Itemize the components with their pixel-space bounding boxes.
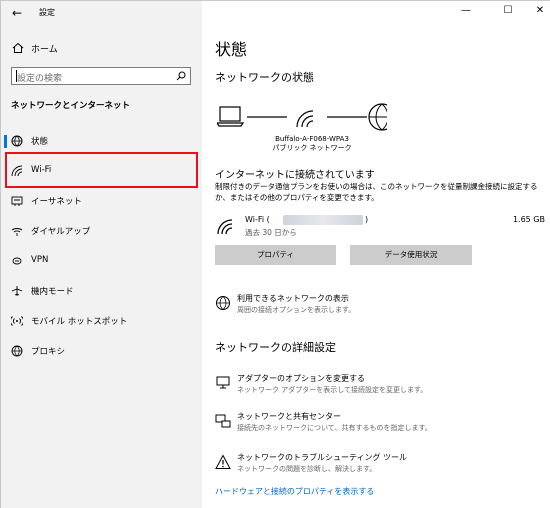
- warning-triangle-icon: [215, 454, 231, 470]
- close-button[interactable]: ✕: [532, 5, 548, 17]
- page-title: 状態: [215, 40, 248, 59]
- active-indicator: [4, 135, 7, 148]
- sidebar-item-label: モバイル ホットスポット: [31, 317, 128, 327]
- link-title: ネットワークと共有センター: [237, 412, 341, 421]
- network-type: パブリック ネットワーク: [272, 144, 352, 152]
- connection-row: Wi-Fi ( ) 過去 30 日から 1.65 GB: [215, 213, 545, 243]
- connection-name-prefix: Wi-Fi (: [245, 215, 270, 224]
- hotspot-icon: [11, 315, 23, 327]
- ethernet-icon: [11, 195, 23, 207]
- link-title: アダプターのオプションを変更する: [237, 374, 365, 383]
- sidebar-item-vpn[interactable]: VPN: [1, 245, 202, 277]
- sidebar-item-label: 状態: [31, 137, 49, 147]
- properties-button[interactable]: プロパティ: [215, 245, 336, 265]
- link-subtitle: ネットワーク アダプターを表示して接続設定を変更します。: [237, 386, 428, 394]
- adapter-options-link[interactable]: アダプターのオプションを変更する ネットワーク アダプターを表示して接続設定を変…: [215, 373, 545, 403]
- search-icon[interactable]: [176, 71, 186, 81]
- wifi-signal-icon: [217, 219, 235, 235]
- home-nav-item[interactable]: ホーム: [1, 37, 202, 59]
- sidebar-item-ethernet[interactable]: イーサネット: [1, 185, 202, 217]
- settings-search-input[interactable]: 設定の検索: [11, 67, 191, 85]
- title-bar-left: ← 設定: [1, 1, 202, 25]
- home-icon: [11, 41, 25, 55]
- vpn-icon: [11, 255, 23, 267]
- sidebar-item-hotspot[interactable]: モバイル ホットスポット: [1, 305, 202, 337]
- sidebar-section-title: ネットワークとインターネット: [11, 101, 131, 111]
- settings-window: ← 設定 ホーム 設定の検索 ネットワークとインターネット 状態 Wi-Fi イ…: [0, 0, 550, 508]
- connection-status-title: インターネットに接続されています: [215, 170, 375, 181]
- sidebar-item-label: VPN: [31, 255, 49, 265]
- sidebar-item-label: 機内モード: [31, 287, 74, 297]
- available-networks-icon: [215, 295, 231, 311]
- dialup-icon: [11, 225, 23, 237]
- sharing-center-icon: [215, 413, 231, 429]
- back-arrow-icon[interactable]: ←: [7, 4, 27, 22]
- sharing-center-link[interactable]: ネットワークと共有センター 接続先のネットワークについて、共有するものを指定しま…: [215, 411, 545, 441]
- globe-status-icon: [11, 135, 23, 147]
- main-panel: — ☐ ✕ 状態 ネットワークの状態 Buffalo-A-F068-WPA3 パ…: [202, 1, 550, 508]
- search-placeholder: 設定の検索: [17, 74, 63, 84]
- network-status-heading: ネットワークの状態: [215, 71, 314, 84]
- available-networks-link[interactable]: 利用できるネットワークの表示 周囲の接続オプションを表示します。: [215, 293, 545, 323]
- link-subtitle: 接続先のネットワークについて、共有するものを指定します。: [237, 424, 432, 432]
- app-title: 設定: [39, 8, 55, 17]
- wifi-highlight-box: [5, 152, 198, 188]
- minimize-button[interactable]: —: [458, 5, 474, 17]
- maximize-button[interactable]: ☐: [500, 5, 516, 17]
- sidebar-item-label: イーサネット: [31, 197, 82, 207]
- advanced-settings-heading: ネットワークの詳細設定: [215, 341, 336, 354]
- home-label: ホーム: [31, 45, 58, 55]
- sidebar-item-label: プロキシ: [31, 347, 66, 357]
- link-subtitle: ネットワークの問題を診断し、解決します。: [237, 465, 377, 473]
- adapter-icon: [215, 375, 231, 391]
- data-usage-button[interactable]: データ使用状況: [350, 245, 472, 265]
- troubleshooter-link[interactable]: ネットワークのトラブルシューティング ツール ネットワークの問題を診断し、解決し…: [215, 452, 545, 482]
- link-title: ネットワークのトラブルシューティング ツール: [237, 453, 408, 462]
- proxy-globe-icon: [11, 345, 23, 357]
- sidebar-item-label: ダイヤルアップ: [31, 227, 91, 237]
- sidebar-item-proxy[interactable]: プロキシ: [1, 335, 202, 367]
- network-diagram: [217, 99, 387, 139]
- sidebar-item-dialup[interactable]: ダイヤルアップ: [1, 215, 202, 247]
- data-used: 1.65 GB: [512, 215, 545, 224]
- link-subtitle: 周囲の接続オプションを表示します。: [237, 306, 356, 314]
- connection-status-description: 制限付きのデータ通信プランをお使いの場合は、このネットワークを従量制課金接続に設…: [215, 182, 538, 202]
- link-title: 利用できるネットワークの表示: [237, 294, 349, 303]
- network-name: Buffalo-A-F068-WPA3: [275, 135, 349, 143]
- hardware-properties-link[interactable]: ハードウェアと接続のプロパティを表示する: [215, 486, 374, 497]
- sidebar-item-airplane[interactable]: 機内モード: [1, 275, 202, 307]
- network-name-block: Buffalo-A-F068-WPA3 パブリック ネットワーク: [262, 135, 362, 153]
- airplane-icon: [11, 285, 23, 297]
- connection-name-suffix: ): [365, 215, 369, 224]
- sidebar: ← 設定 ホーム 設定の検索 ネットワークとインターネット 状態 Wi-Fi イ…: [1, 1, 202, 508]
- network-diagram-graphic: [217, 103, 387, 131]
- connection-since: 過去 30 日から: [245, 228, 297, 237]
- blurred-ssid: [283, 215, 363, 225]
